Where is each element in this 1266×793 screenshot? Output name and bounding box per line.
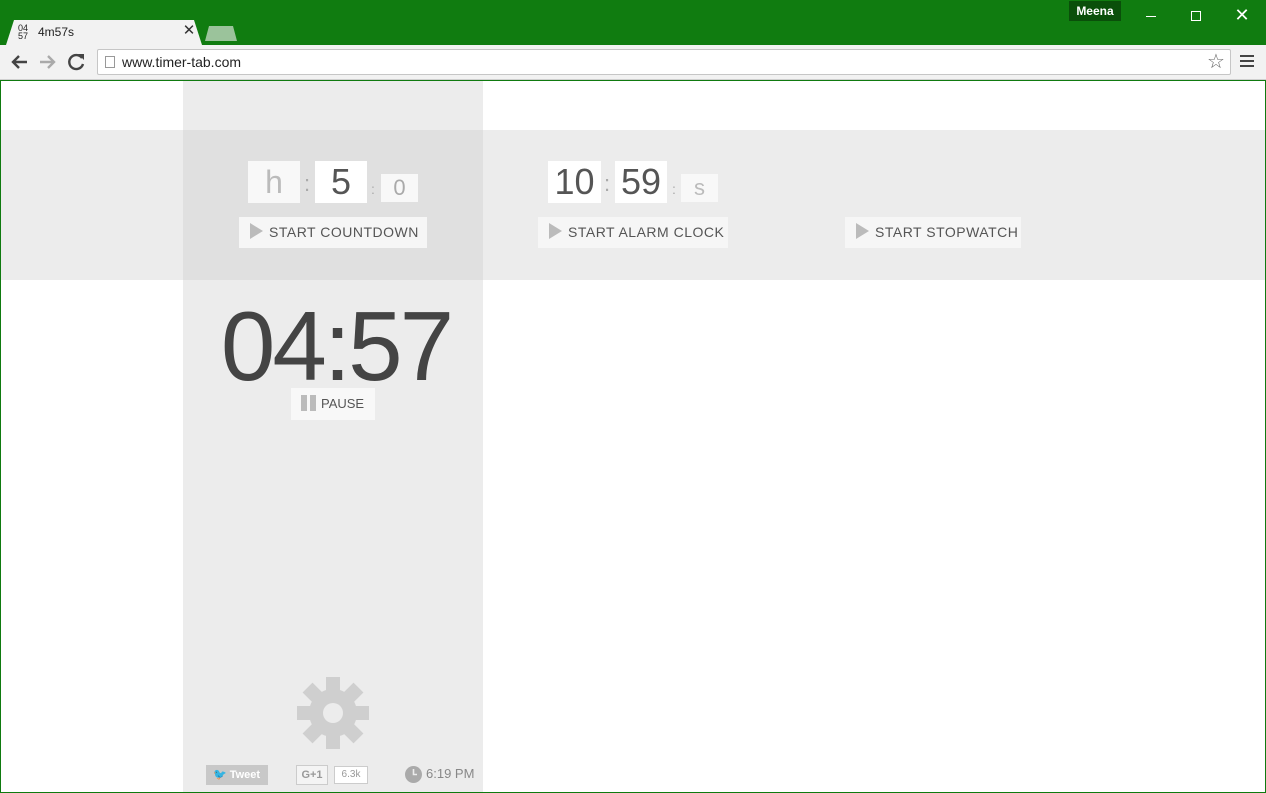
gplus-count: 6.3k [334,766,368,784]
countdown-controls-panel [183,130,483,280]
profile-button[interactable]: Meena [1069,1,1121,21]
twitter-bird-icon: 🐦 [213,769,227,781]
close-icon: ✕ [1234,5,1250,25]
tweet-label: Tweet [229,769,261,781]
forward-button[interactable] [36,51,60,73]
tab-close-icon[interactable]: ✕ [182,23,196,39]
separator: : [371,181,375,197]
current-time: 6:19 PM [426,766,475,781]
countdown-seconds-input[interactable]: 0 [381,174,418,202]
start-stopwatch-button[interactable]: START STOPWATCH [845,217,1021,248]
arrow-right-icon [40,55,56,69]
start-stopwatch-label: START STOPWATCH [875,224,1019,240]
countdown-display: 04:57 [220,291,454,401]
alarm-minutes-input[interactable]: 59 [615,161,667,203]
minimize-icon [1146,15,1156,17]
star-icon[interactable]: ☆ [1207,50,1225,74]
start-alarm-label: START ALARM CLOCK [568,224,725,240]
address-bar[interactable]: www.timer-tab.com ☆ [97,49,1231,75]
alarm-seconds-input[interactable]: s [681,174,718,202]
start-alarm-button[interactable]: START ALARM CLOCK [538,217,728,248]
start-countdown-label: START COUNTDOWN [269,224,419,240]
back-button[interactable] [7,51,31,73]
maximize-icon [1191,11,1201,22]
settings-button[interactable] [297,677,369,749]
separator: : [604,171,611,196]
browser-tab[interactable] [6,20,202,45]
play-icon [856,223,869,240]
countdown-minutes-input[interactable]: 5 [315,161,367,203]
page-icon [105,56,115,68]
play-icon [549,223,562,240]
tab-favicon: 04 57 [18,24,34,41]
pause-icon [301,394,317,411]
start-countdown-button[interactable]: START COUNTDOWN [239,217,427,248]
countdown-hours-input[interactable]: h [248,161,300,203]
new-tab-button[interactable] [205,26,237,41]
reload-icon [68,53,85,71]
separator: : [304,171,311,196]
arrow-left-icon [11,55,27,69]
pause-button[interactable]: PAUSE [291,388,375,420]
separator: : [672,181,676,197]
maximize-button[interactable] [1173,0,1219,30]
reload-button[interactable] [65,51,89,73]
clock-icon [405,766,422,783]
pause-label: PAUSE [321,396,365,411]
tab-title: 4m57s [38,25,75,39]
play-icon [250,223,263,240]
close-window-button[interactable]: ✕ [1219,0,1265,30]
gear-icon [297,677,369,749]
page-content: h : 5 : 0 START COUNTDOWN 10 : 59 : s ST… [1,81,1265,792]
hamburger-menu-icon[interactable] [1239,53,1255,71]
tab-favicon-bottom: 57 [18,31,29,41]
url-text[interactable]: www.timer-tab.com [122,54,241,70]
gplus-button[interactable]: G+1 [296,765,328,785]
minimize-button[interactable] [1128,0,1174,30]
alarm-hours-input[interactable]: 10 [548,161,601,203]
tweet-button[interactable]: 🐦 Tweet [206,765,268,785]
browser-toolbar: www.timer-tab.com ☆ [0,45,1266,80]
